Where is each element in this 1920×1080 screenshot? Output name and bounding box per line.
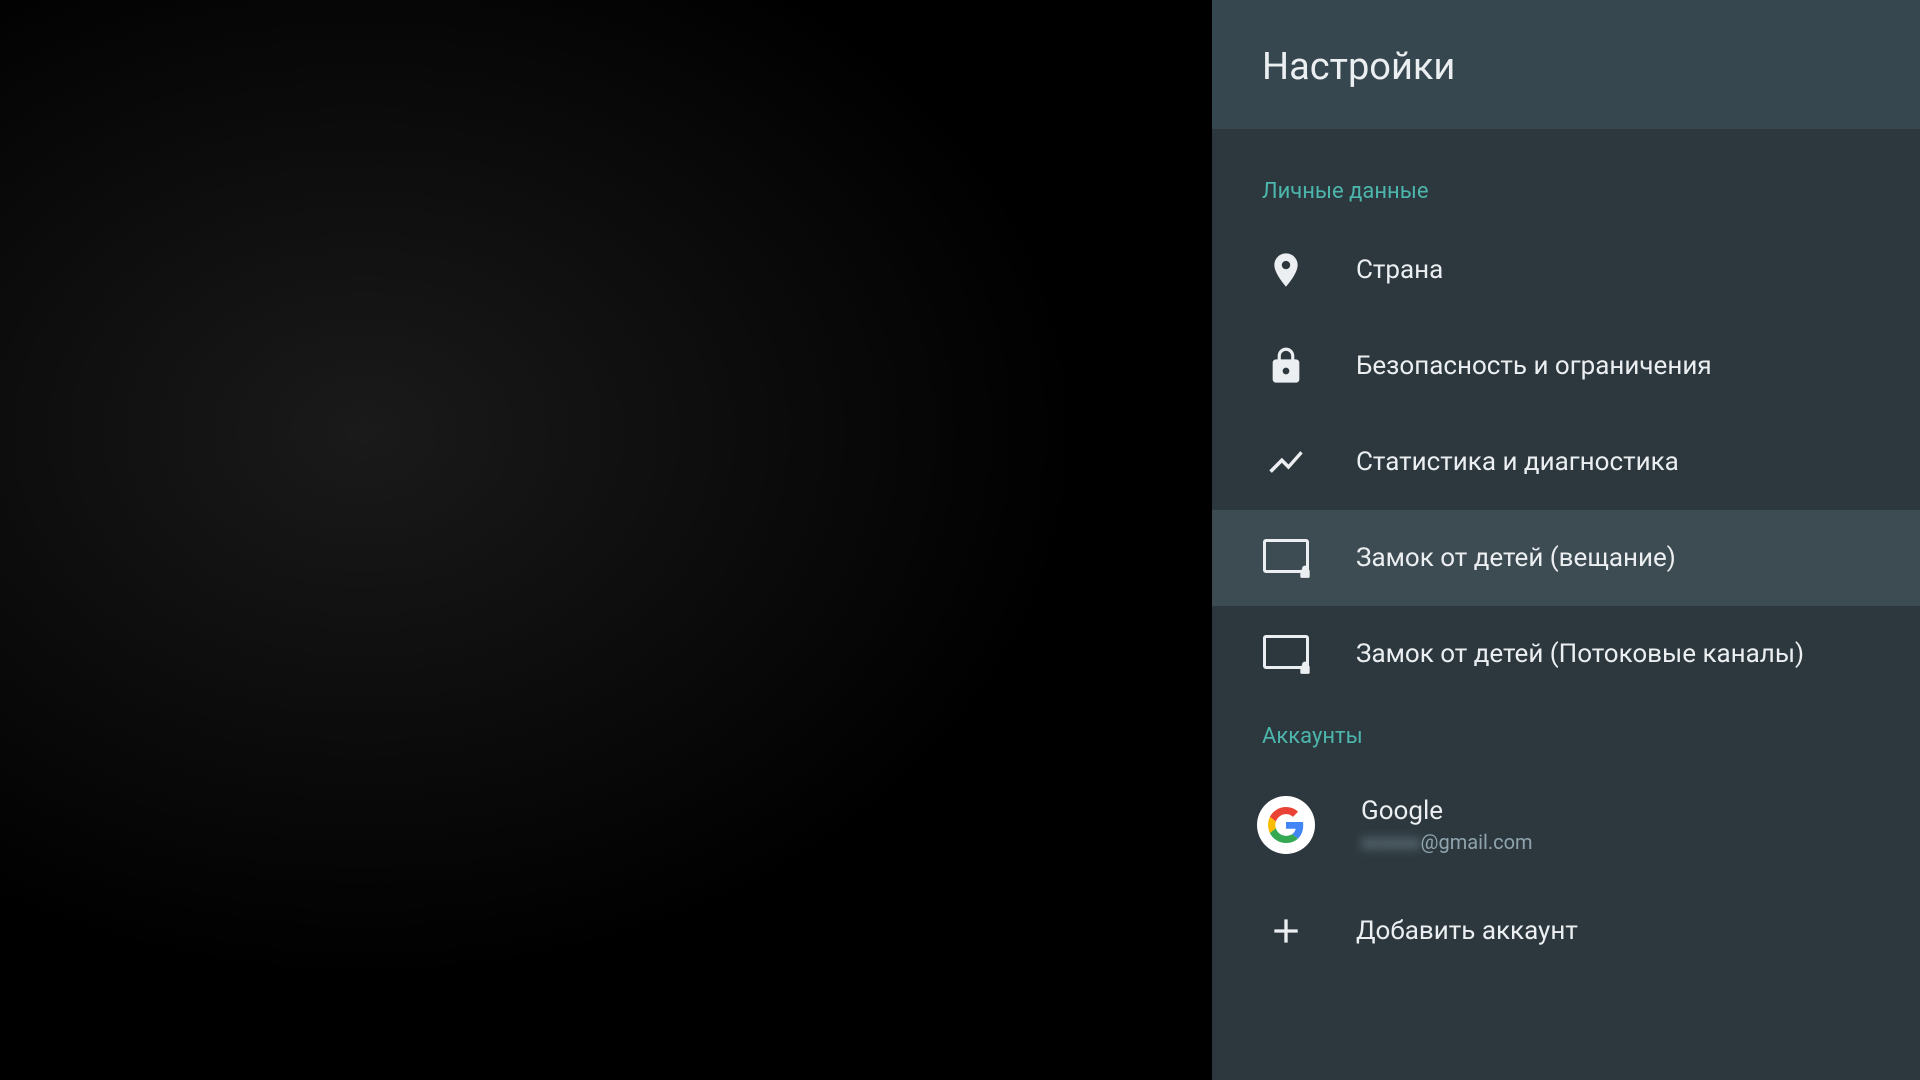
menu-label: Страна	[1356, 255, 1443, 285]
menu-item-statistics[interactable]: Статистика и диагностика	[1212, 414, 1920, 510]
plus-icon	[1262, 907, 1310, 955]
menu-label: Замок от детей (Потоковые каналы)	[1356, 639, 1804, 669]
menu-label: Замок от детей (вещание)	[1356, 543, 1676, 573]
tv-lock-icon	[1262, 630, 1310, 678]
background-pane	[0, 0, 1212, 1080]
settings-panel: Настройки Личные данные Страна Безопасно…	[1212, 0, 1920, 1080]
menu-label: Добавить аккаунт	[1356, 916, 1578, 946]
settings-content: Личные данные Страна Безопасность и огра…	[1212, 129, 1920, 1080]
account-title: Google	[1361, 796, 1533, 826]
account-email: хххххх@gmail.com	[1361, 830, 1533, 854]
timeline-icon	[1262, 438, 1310, 486]
lock-icon	[1262, 342, 1310, 390]
location-icon	[1262, 246, 1310, 294]
menu-item-security[interactable]: Безопасность и ограничения	[1212, 318, 1920, 414]
menu-item-country[interactable]: Страна	[1212, 222, 1920, 318]
menu-item-add-account[interactable]: Добавить аккаунт	[1212, 883, 1920, 979]
menu-item-child-lock-broadcast[interactable]: Замок от детей (вещание)	[1212, 510, 1920, 606]
google-icon	[1257, 796, 1315, 854]
page-title: Настройки	[1262, 45, 1870, 89]
section-personal-title: Личные данные	[1212, 157, 1920, 222]
settings-header: Настройки	[1212, 0, 1920, 129]
section-accounts-title: Аккаунты	[1212, 702, 1920, 767]
menu-label: Статистика и диагностика	[1356, 447, 1679, 477]
menu-item-child-lock-streaming[interactable]: Замок от детей (Потоковые каналы)	[1212, 606, 1920, 702]
tv-lock-icon	[1262, 534, 1310, 582]
menu-label: Безопасность и ограничения	[1356, 351, 1712, 381]
menu-item-google-account[interactable]: Google хххххх@gmail.com	[1212, 767, 1920, 883]
